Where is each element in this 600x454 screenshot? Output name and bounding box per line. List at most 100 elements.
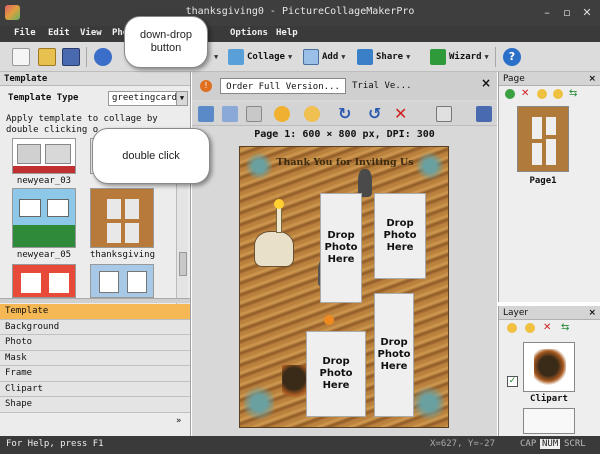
chevron-down-icon[interactable]: ▼ [176,92,187,105]
dropdown-callout: down-drop button [124,16,208,68]
page-thumbnail[interactable] [517,106,569,172]
leaf-clipart[interactable] [414,383,444,423]
menu-edit[interactable]: Edit [48,28,70,38]
layer-thumbnail[interactable] [523,408,575,434]
add-page-icon[interactable] [505,89,515,99]
leaf-clipart[interactable] [244,383,274,423]
undo-icon[interactable] [94,48,112,66]
share-label: Share [376,52,404,62]
template-type-select[interactable]: greetingcard ▼ [108,91,188,106]
menu-options[interactable]: Options [230,28,268,38]
chevron-down-icon: ▼ [287,53,293,61]
template-panel: Template Template Type greetingcard ▼ Ap… [0,72,191,436]
menu-view[interactable]: View [80,28,102,38]
collage-button[interactable]: Collage ▼ [228,49,292,65]
leaf-clipart[interactable] [416,151,444,181]
status-num: NUM [540,439,561,449]
photo-slot[interactable]: Drop Photo Here [374,293,414,417]
delete-page-icon[interactable]: ✕ [521,89,531,99]
pumpkin-clipart[interactable] [324,315,334,325]
layer-down-icon[interactable] [525,323,535,333]
layer-thumbnail[interactable] [523,342,575,392]
template-thumbnail[interactable] [12,138,76,174]
order-full-version-button[interactable]: Order Full Version... [220,78,346,94]
page-panel: Page × ✕ ⇆ Page1 [498,72,600,302]
delete-icon[interactable]: ✕ [394,106,410,122]
page-thumbnail-label: Page1 [529,176,557,186]
image-edit-icon[interactable] [222,106,238,122]
category-frame[interactable]: Frame [0,366,190,382]
menu-file[interactable]: File [14,28,36,38]
minimize-button[interactable]: – [540,6,554,20]
layer-up-icon[interactable] [507,323,517,333]
wizard-icon [430,49,446,65]
bread-clipart[interactable] [254,231,294,267]
add-button[interactable]: Add ▼ [303,49,345,65]
info-icon: ! [200,80,212,92]
photo-slot[interactable]: Drop Photo Here [374,193,426,279]
main-toolbar: ▼ Collage ▼ Add ▼ Share ▼ Wizard ▼ ? [0,42,600,72]
chevron-down-icon: ▼ [406,53,411,61]
more-categories-button[interactable]: » [176,416,182,426]
category-shape[interactable]: Shape [0,397,190,413]
move-page-down-icon[interactable] [553,89,563,99]
send-backward-icon[interactable] [304,106,320,122]
category-mask[interactable]: Mask [0,350,190,366]
template-help-text: Apply template to collage by [6,114,158,124]
double-click-callout: double click [92,128,210,184]
menu-help[interactable]: Help [276,28,298,38]
resize-icon[interactable] [246,106,262,122]
trial-version-tab[interactable]: Trial Ve... [352,78,412,94]
open-folder-icon[interactable] [38,48,56,66]
template-thumbnail[interactable] [90,188,154,248]
status-coordinates: X=627, Y=-27 [430,439,496,449]
layer-visibility-checkbox[interactable]: ✓ [507,376,518,387]
new-file-icon[interactable] [12,48,30,66]
page-info: Page 1: 600 × 800 px, DPI: 300 [254,129,435,140]
category-background[interactable]: Background [0,319,190,335]
crop-icon[interactable] [198,106,214,122]
close-page-panel-icon[interactable]: × [588,72,596,86]
undo-icon[interactable]: ↺ [368,106,384,122]
swap-page-icon[interactable]: ⇆ [569,89,579,99]
page-panel-title: Page [503,74,525,84]
status-bar: For Help, press F1 X=627, Y=-27 CAP NUM … [0,436,600,454]
collage-canvas[interactable]: Thank You for Inviting Us Drop Photo Her… [239,146,449,428]
page-panel-header: Page × [499,72,600,86]
layer-label: Clipart [530,394,568,404]
candle-clipart[interactable] [276,207,282,233]
save-icon[interactable] [62,48,80,66]
scrollbar-thumb[interactable] [179,252,187,276]
template-thumbnail[interactable] [12,264,76,298]
export-icon[interactable] [476,106,492,122]
redo-icon[interactable]: ↻ [338,106,354,122]
category-photo[interactable]: Photo [0,335,190,351]
bring-forward-icon[interactable] [274,106,290,122]
category-clipart[interactable]: Clipart [0,381,190,397]
help-icon[interactable]: ? [503,48,521,66]
wizard-button[interactable]: Wizard ▼ [430,49,489,65]
swap-layer-icon[interactable]: ⇆ [561,323,571,333]
move-page-up-icon[interactable] [537,89,547,99]
window-title: thanksgiving0 - PictureCollageMakerPro [185,6,415,17]
delete-layer-icon[interactable]: ✕ [543,323,553,333]
share-button[interactable]: Share ▼ [357,49,410,65]
add-grid-icon [303,49,319,65]
status-help-text: For Help, press F1 [6,439,104,449]
photo-slot[interactable]: Drop Photo Here [320,193,362,303]
panel-splitter[interactable] [0,298,190,303]
template-thumbnail[interactable] [12,188,76,248]
close-document-icon[interactable]: × [481,76,491,90]
photo-slot[interactable]: Drop Photo Here [306,331,366,417]
layer-panel-title: Layer [503,308,529,318]
collage-dropdown-button[interactable]: ▼ [214,49,218,65]
template-thumbnail[interactable] [90,264,154,298]
close-button[interactable]: ✕ [580,6,594,20]
restore-button[interactable]: ▫ [560,6,574,20]
close-layer-panel-icon[interactable]: × [588,306,596,320]
chevron-down-icon: ▼ [214,53,219,61]
title-bar: thanksgiving0 - PictureCollageMakerPro –… [0,0,600,26]
category-template[interactable]: Template [0,304,190,320]
fit-page-icon[interactable] [436,106,452,122]
leaf-clipart[interactable] [246,151,272,181]
